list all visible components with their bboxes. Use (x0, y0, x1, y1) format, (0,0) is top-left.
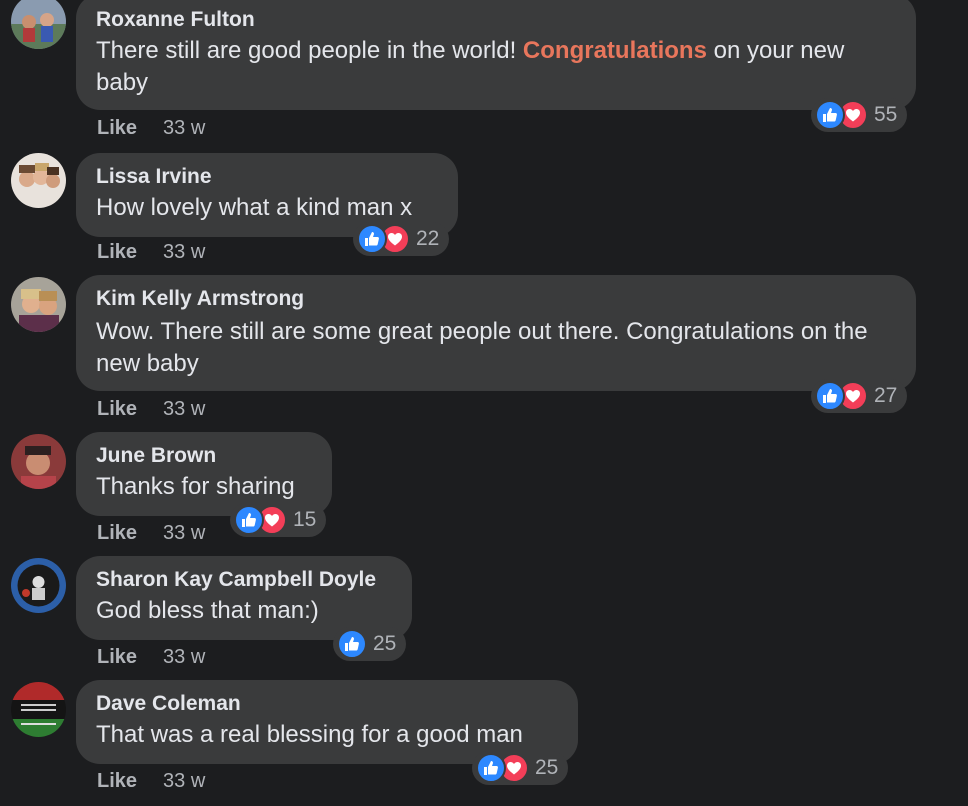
comment-text: Thanks for sharing (96, 473, 295, 500)
reaction-summary[interactable]: 22 (353, 222, 450, 256)
comment-actions: Like 33 w (97, 770, 205, 793)
reaction-count: 55 (874, 103, 898, 126)
reaction-summary[interactable]: 15 (230, 503, 327, 537)
comment-actions: Like 33 w (97, 646, 205, 669)
avatar[interactable] (11, 153, 66, 208)
reaction-summary[interactable]: 25 (333, 627, 407, 661)
highlighted-word: Congratulations (522, 37, 707, 64)
like-reaction-icon (476, 753, 506, 783)
timestamp[interactable]: 33 w (163, 398, 205, 420)
reaction-count: 27 (874, 384, 898, 407)
comment-actions: Like 33 w (97, 398, 205, 421)
like-link[interactable]: Like (97, 398, 137, 420)
reaction-summary[interactable]: 27 (811, 379, 908, 413)
reaction-count: 15 (293, 508, 317, 531)
comment-bubble: Kim Kelly Armstrong Wow. There still are… (76, 275, 916, 391)
avatar[interactable] (11, 277, 66, 332)
like-link[interactable]: Like (97, 522, 137, 544)
timestamp[interactable]: 33 w (163, 117, 205, 139)
avatar[interactable] (11, 682, 66, 737)
timestamp[interactable]: 33 w (163, 241, 205, 263)
comment-actions: Like 33 w (97, 241, 205, 264)
like-link[interactable]: Like (97, 241, 137, 263)
comment-author[interactable]: Kim Kelly Armstrong (96, 287, 304, 311)
comment-author[interactable]: Dave Coleman (96, 692, 241, 716)
like-link[interactable]: Like (97, 117, 137, 139)
comment-author[interactable]: Roxanne Fulton (96, 8, 255, 32)
like-link[interactable]: Like (97, 646, 137, 668)
like-link[interactable]: Like (97, 770, 137, 792)
reaction-count: 25 (373, 632, 397, 655)
avatar[interactable] (11, 558, 66, 613)
comment-author[interactable]: Sharon Kay Campbell Doyle (96, 568, 376, 592)
like-reaction-icon (815, 381, 845, 411)
comment-text: That was a real blessing for a good man (96, 721, 523, 748)
comment-text: There still are good people in the world… (96, 35, 886, 99)
reaction-summary[interactable]: 55 (811, 98, 908, 132)
reaction-count: 22 (416, 227, 440, 250)
comment-text: God bless that man:) (96, 597, 319, 624)
like-reaction-icon (234, 505, 264, 535)
like-reaction-icon (337, 629, 367, 659)
comment-text: Wow. There still are some great people o… (96, 318, 868, 377)
avatar[interactable] (11, 434, 66, 489)
reaction-summary[interactable]: 25 (472, 751, 569, 785)
comment-author[interactable]: June Brown (96, 444, 216, 468)
comment-text-part: There still are good people in the world… (96, 37, 523, 64)
like-reaction-icon (815, 100, 845, 130)
like-reaction-icon (357, 224, 387, 254)
timestamp[interactable]: 33 w (163, 770, 205, 792)
comment-author[interactable]: Lissa Irvine (96, 165, 212, 189)
timestamp[interactable]: 33 w (163, 522, 205, 544)
reaction-count: 25 (535, 756, 559, 779)
comment-bubble: Roxanne Fulton There still are good peop… (76, 0, 916, 110)
comment-actions: Like 33 w (97, 522, 205, 545)
comment-text: How lovely what a kind man x (96, 194, 413, 221)
timestamp[interactable]: 33 w (163, 646, 205, 668)
avatar[interactable] (11, 0, 66, 49)
comment-actions: Like 33 w (97, 117, 205, 140)
